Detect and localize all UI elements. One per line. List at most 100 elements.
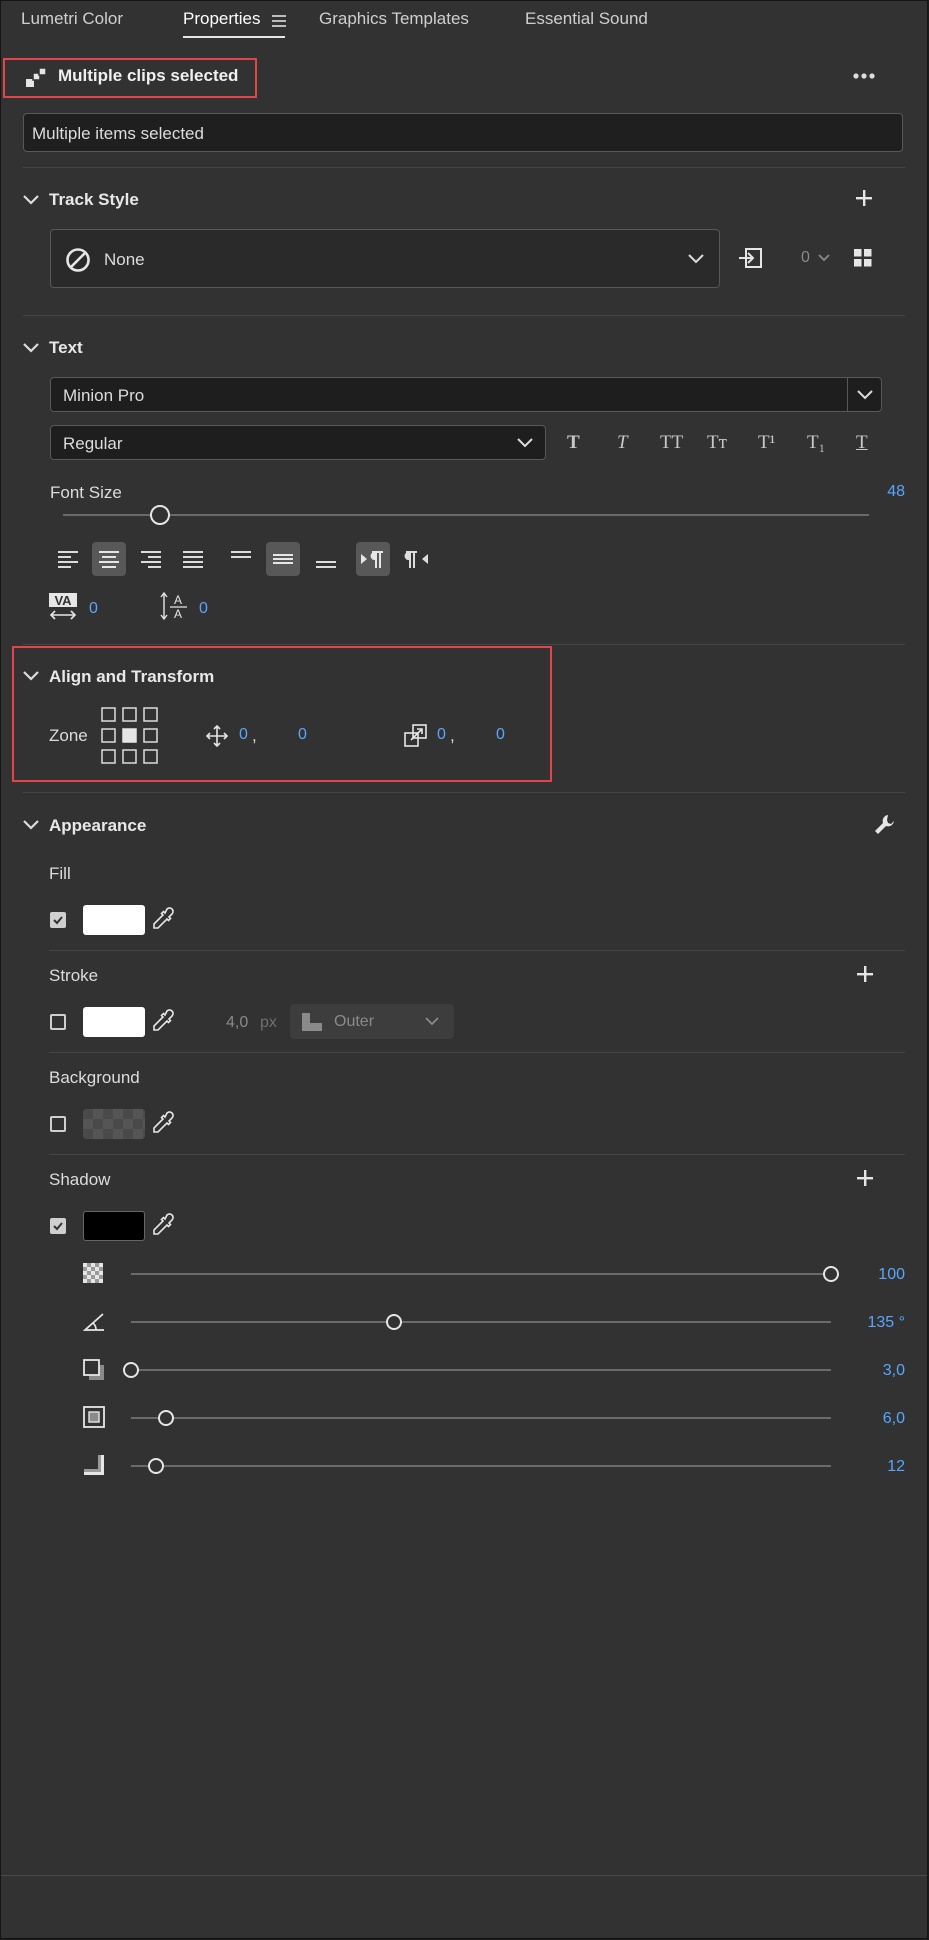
- add-shadow-icon[interactable]: [856, 1169, 874, 1187]
- shadow-size-slider-handle[interactable]: [158, 1410, 174, 1426]
- track-style-count: 0: [801, 249, 810, 266]
- divider: [23, 644, 905, 645]
- tab-properties[interactable]: Properties: [183, 9, 260, 29]
- opacity-slider-handle[interactable]: [823, 1266, 839, 1282]
- left-to-right-text-icon[interactable]: [360, 549, 386, 569]
- align-top-icon[interactable]: [231, 549, 251, 561]
- stroke-width-value[interactable]: 4,0: [226, 1014, 248, 1032]
- chevron-down-icon[interactable]: [21, 666, 41, 686]
- leading-value[interactable]: 0: [199, 600, 208, 618]
- all-caps-button[interactable]: TT: [660, 432, 683, 454]
- eyedropper-icon[interactable]: [151, 907, 175, 933]
- small-caps-button[interactable]: Tт: [707, 432, 727, 454]
- angle-icon: [83, 1313, 104, 1331]
- stroke-width-unit: px: [260, 1014, 277, 1031]
- distance-icon: [83, 1359, 104, 1380]
- right-to-left-text-icon[interactable]: [404, 549, 430, 569]
- angle-slider-handle[interactable]: [385, 1314, 402, 1330]
- font-size-slider-handle[interactable]: [149, 505, 170, 525]
- font-family-dropdown[interactable]: Minion Pro: [50, 377, 882, 412]
- angle-value[interactable]: 135 °: [867, 1314, 905, 1332]
- position-x-value[interactable]: 0: [239, 726, 248, 744]
- multiple-clips-icon: [26, 67, 47, 87]
- distance-value[interactable]: 3,0: [883, 1362, 905, 1380]
- divider: [23, 792, 905, 793]
- align-bottom-icon[interactable]: [316, 559, 336, 571]
- tracking-value[interactable]: 0: [89, 600, 98, 618]
- selection-field[interactable]: Multiple items selected: [23, 113, 903, 152]
- eyedropper-icon[interactable]: [151, 1009, 175, 1035]
- align-center-icon[interactable]: [99, 550, 119, 568]
- push-to-track-style-icon[interactable]: [738, 246, 764, 270]
- font-size-slider-track[interactable]: [63, 514, 869, 516]
- shadow-size-icon: [83, 1406, 105, 1428]
- tab-active-indicator: [183, 36, 285, 38]
- background-checkbox[interactable]: [50, 1116, 66, 1132]
- faux-bold-button[interactable]: T: [567, 432, 580, 454]
- more-options-icon[interactable]: [853, 73, 875, 79]
- appearance-title: Appearance: [49, 816, 147, 835]
- scale-icon: [404, 724, 427, 747]
- shadow-color-swatch[interactable]: [83, 1211, 145, 1241]
- eyedropper-icon[interactable]: [151, 1111, 175, 1137]
- chevron-down-icon[interactable]: [21, 815, 41, 835]
- fill-color-swatch[interactable]: [83, 905, 145, 935]
- wrench-icon[interactable]: [874, 813, 896, 835]
- chevron-down-icon: [517, 438, 533, 448]
- opacity-icon: [83, 1263, 103, 1283]
- align-left-icon[interactable]: [58, 550, 78, 568]
- font-size-value[interactable]: 48: [887, 483, 905, 501]
- scale-x-value[interactable]: 0: [437, 726, 446, 744]
- opacity-value[interactable]: 100: [878, 1266, 905, 1284]
- fill-label: Fill: [49, 864, 71, 883]
- justify-icon[interactable]: [183, 550, 203, 568]
- chevron-down-icon[interactable]: [21, 190, 41, 210]
- add-stroke-icon[interactable]: [856, 965, 874, 983]
- chevron-down-icon: [688, 254, 704, 264]
- fill-checkbox[interactable]: [50, 912, 66, 928]
- scale-y-value[interactable]: 0: [496, 726, 505, 744]
- shadow-size-slider-track[interactable]: [131, 1417, 831, 1419]
- subscript-button[interactable]: T₁: [807, 432, 825, 454]
- divider: [49, 1052, 905, 1053]
- position-y-value[interactable]: 0: [298, 726, 307, 744]
- grid-icon[interactable]: [854, 249, 872, 267]
- opacity-slider-track[interactable]: [131, 1273, 831, 1275]
- stroke-type-dropdown[interactable]: Outer: [290, 1004, 454, 1039]
- stroke-color-swatch[interactable]: [83, 1007, 145, 1037]
- chevron-down-icon[interactable]: [21, 338, 41, 358]
- blur-slider-track[interactable]: [131, 1465, 831, 1467]
- shadow-label: Shadow: [49, 1170, 111, 1189]
- track-style-dropdown[interactable]: None: [50, 229, 720, 288]
- distance-slider-handle[interactable]: [123, 1362, 139, 1378]
- background-color-swatch[interactable]: [83, 1109, 145, 1139]
- properties-panel: Lumetri Color Properties Graphics Templa…: [0, 0, 928, 1939]
- stroke-checkbox[interactable]: [50, 1014, 66, 1030]
- superscript-button[interactable]: T¹: [758, 432, 775, 454]
- zone-grid[interactable]: [101, 707, 159, 765]
- faux-italic-button[interactable]: T: [617, 432, 628, 454]
- eyedropper-icon[interactable]: [151, 1213, 175, 1239]
- shadow-checkbox[interactable]: [50, 1218, 66, 1234]
- blur-value[interactable]: 12: [887, 1458, 905, 1476]
- tab-essential-sound[interactable]: Essential Sound: [525, 9, 648, 29]
- font-style-dropdown[interactable]: Regular: [50, 425, 546, 460]
- divider: [49, 950, 905, 951]
- align-right-icon[interactable]: [141, 550, 161, 568]
- angle-slider-track[interactable]: [131, 1321, 831, 1323]
- divider: [23, 167, 905, 168]
- track-style-title: Track Style: [49, 190, 139, 209]
- underline-button[interactable]: T: [856, 432, 868, 454]
- tab-graphics-templates[interactable]: Graphics Templates: [319, 9, 469, 29]
- align-middle-icon[interactable]: [273, 553, 293, 565]
- none-icon: [66, 248, 90, 272]
- distance-slider-track[interactable]: [131, 1369, 831, 1371]
- chevron-down-icon[interactable]: [817, 253, 831, 263]
- blur-slider-handle[interactable]: [147, 1458, 164, 1474]
- shadow-size-value[interactable]: 6,0: [883, 1410, 905, 1428]
- font-size-label: Font Size: [50, 483, 122, 502]
- add-icon[interactable]: [855, 189, 873, 207]
- panel-menu-icon[interactable]: [272, 15, 286, 27]
- tab-lumetri-color[interactable]: Lumetri Color: [21, 9, 123, 29]
- blur-icon: [84, 1455, 104, 1475]
